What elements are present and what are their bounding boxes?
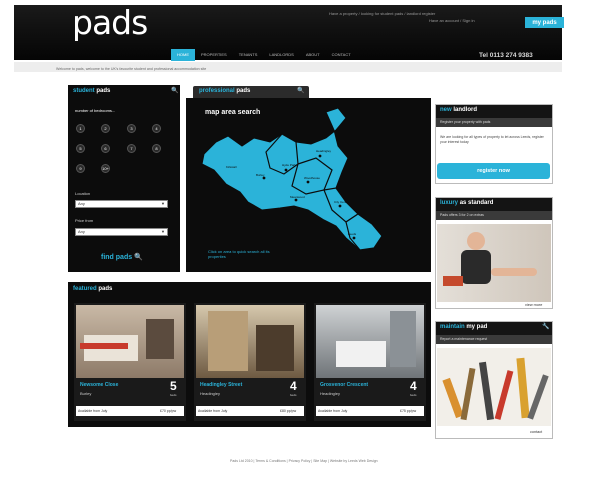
tools-photo[interactable]	[437, 348, 551, 426]
footer-links[interactable]: Pads Ltd 2010 | Terms & Conditions | Pri…	[230, 459, 378, 463]
maintain-subtitle: Report a maintenance request	[440, 337, 488, 341]
map-area-label[interactable]: Woodhouse	[304, 176, 320, 180]
map-area-label[interactable]: Headingley	[316, 149, 332, 153]
property-photo[interactable]	[196, 305, 304, 378]
top-link-signin[interactable]: Have an account / Sign in	[429, 18, 475, 23]
featured-pads-title: featured pads	[73, 286, 113, 292]
property-price: £70 pp/pw	[160, 409, 177, 413]
map-area-label[interactable]: Kirkstall	[226, 165, 237, 169]
property-photo[interactable]	[76, 305, 184, 378]
page: pads Have a property / looking for stude…	[0, 0, 611, 481]
new-landlord-title: new landlord	[440, 107, 478, 113]
map-area-label[interactable]: Burley	[256, 173, 265, 177]
maintain-title: maintain my pad	[440, 324, 488, 330]
location-label: Location	[75, 191, 91, 196]
chevron-down-icon: ▼	[161, 201, 165, 206]
nav-properties[interactable]: properties	[195, 49, 233, 61]
phone-number: Tel 0113 274 9383	[479, 52, 533, 59]
luxury-subtitle: Pads offers 3 for 2 on extras	[440, 213, 484, 217]
site-logo[interactable]: pads	[72, 3, 148, 42]
search-icon: 🔍	[134, 254, 143, 261]
nav-tenants[interactable]: tenants	[233, 49, 264, 61]
my-pads-button[interactable]: my pads	[525, 17, 564, 28]
property-beds-label: beds	[410, 393, 417, 397]
professional-pads-title: professional pads	[199, 88, 251, 94]
property-area: Headingley	[200, 391, 221, 396]
property-available: Available from July	[318, 409, 348, 413]
map-area-label[interactable]: Hyde Park	[282, 163, 297, 167]
property-street[interactable]: Grosvenor Crescent	[320, 382, 368, 388]
property-photo[interactable]	[316, 305, 424, 378]
nav-landlords[interactable]: landlords	[263, 49, 299, 61]
bedroom-option[interactable]: 1	[76, 124, 85, 133]
luxury-photo[interactable]	[437, 224, 551, 302]
map-area-label[interactable]: City Centre	[334, 200, 349, 204]
map-area-shape[interactable]	[265, 133, 299, 175]
bedroom-option[interactable]: 10+	[101, 164, 110, 173]
bedroom-option[interactable]: 2	[101, 124, 110, 133]
property-beds: 4	[290, 379, 297, 393]
price-label: Price from	[75, 218, 94, 223]
bedroom-option[interactable]: 5	[76, 144, 85, 153]
bedroom-option[interactable]: 4	[152, 124, 161, 133]
map-area-label[interactable]: Meanwood	[290, 195, 305, 199]
search-icon[interactable]: 🔍	[297, 87, 304, 94]
luxury-title: luxury as standard	[440, 200, 494, 206]
top-link-register[interactable]: Have a property / looking for student pa…	[329, 11, 435, 16]
property-beds-label: beds	[290, 393, 297, 397]
property-available: Available from July	[78, 409, 108, 413]
nav-contact[interactable]: contact	[326, 49, 357, 61]
property-street[interactable]: Headingley Street	[200, 382, 242, 388]
property-beds: 4	[410, 379, 417, 393]
property-area: Burley	[80, 391, 92, 396]
main-nav: home properties tenants landlords about …	[171, 49, 357, 61]
luxury-view-more-link[interactable]: view more	[525, 303, 542, 307]
bedroom-option[interactable]: 9	[76, 164, 85, 173]
register-now-button[interactable]: register now	[437, 163, 550, 179]
nav-about[interactable]: about	[300, 49, 326, 61]
area-map[interactable]: Headingley Hyde Park Burley Woodhouse Ki…	[186, 98, 431, 272]
find-pads-button[interactable]: find pads 🔍	[101, 253, 143, 261]
price-select[interactable]: Any ▼	[75, 228, 168, 236]
property-available: Available from July	[198, 409, 228, 413]
property-area: Headingley	[320, 391, 341, 396]
breadcrumb: Welcome to pads, welcome to the UK's fav…	[56, 67, 207, 71]
search-icon[interactable]: 🔍	[171, 87, 178, 94]
bedrooms-label: number of bedrooms...	[75, 108, 116, 113]
property-beds-label: beds	[170, 393, 177, 397]
student-pads-title: student pads	[73, 88, 111, 94]
property-price: £80 pp/pw	[280, 409, 297, 413]
maintain-contact-link[interactable]: contact	[530, 430, 542, 434]
bedroom-option[interactable]: 8	[152, 144, 161, 153]
property-street[interactable]: Newsome Close	[80, 382, 118, 388]
map-area-label[interactable]: Leeds	[348, 232, 357, 236]
map-hint: Click on area to quick search all its pr…	[208, 249, 270, 259]
student-search-panel	[68, 85, 180, 272]
bedroom-option[interactable]: 6	[101, 144, 110, 153]
property-price: £75 pp/pw	[400, 409, 417, 413]
bedroom-option[interactable]: 3	[127, 124, 136, 133]
property-beds: 5	[170, 379, 177, 393]
location-select[interactable]: Any ▼	[75, 200, 168, 208]
new-landlord-text: We are looking for all types of property…	[440, 135, 544, 144]
new-landlord-subtitle: Register your property with pads	[440, 120, 491, 124]
chevron-down-icon: ▼	[161, 229, 165, 234]
bedroom-option[interactable]: 7	[127, 144, 136, 153]
site-header: pads Have a property / looking for stude…	[14, 3, 564, 61]
wrench-icon: 🔧	[542, 324, 550, 330]
nav-home[interactable]: home	[171, 49, 195, 61]
